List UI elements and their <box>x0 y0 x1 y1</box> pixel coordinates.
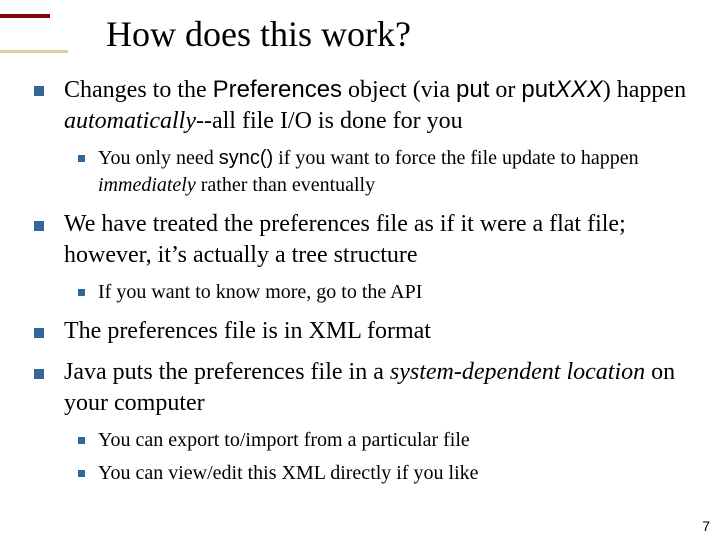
code-putxxx-ital: XXX <box>555 76 603 103</box>
text: if you want to force the file update to … <box>273 147 638 169</box>
bullet-3: The preferences file is in XML format <box>28 316 698 347</box>
sub-bullet: You only need sync() if you want to forc… <box>64 145 698 199</box>
text: You only need <box>98 147 219 169</box>
text: object (via <box>342 77 456 103</box>
text: We have treated the preferences file as … <box>64 211 626 268</box>
text-ital: immediately <box>98 174 196 196</box>
sub-list: You can export to/import from a particul… <box>64 427 698 487</box>
sub-bullet: You can export to/import from a particul… <box>64 427 698 454</box>
text: If you want to know more, go to the API <box>98 281 422 303</box>
bullet-list: Changes to the Preferences object (via p… <box>28 74 698 487</box>
sub-bullet: If you want to know more, go to the API <box>64 279 698 306</box>
text-ital: automatically <box>64 108 196 134</box>
text: The preferences file is in XML format <box>64 318 431 344</box>
code-put: put <box>456 76 489 103</box>
text: You can export to/import from a particul… <box>98 429 470 451</box>
text: ) happen <box>603 77 686 103</box>
code-sync: sync() <box>219 147 273 169</box>
title-rule-accent <box>0 14 50 18</box>
bullet-2: We have treated the preferences file as … <box>28 209 698 306</box>
text: or <box>489 77 521 103</box>
sub-bullet: You can view/edit this XML directly if y… <box>64 460 698 487</box>
code-preferences: Preferences <box>213 76 342 103</box>
title-underline-accent <box>0 50 68 53</box>
code-putxxx: put <box>521 76 554 103</box>
text-ital: system-dependent location <box>390 359 645 385</box>
slide-body: Changes to the Preferences object (via p… <box>28 74 698 497</box>
text: You can view/edit this XML directly if y… <box>98 462 479 484</box>
sub-list: If you want to know more, go to the API <box>64 279 698 306</box>
bullet-4: Java puts the preferences file in a syst… <box>28 357 698 487</box>
text: --all file I/O is done for you <box>196 108 463 134</box>
text: rather than eventually <box>196 174 375 196</box>
bullet-1: Changes to the Preferences object (via p… <box>28 74 698 199</box>
slide: How does this work? Changes to the Prefe… <box>0 0 720 540</box>
sub-list: You only need sync() if you want to forc… <box>64 145 698 199</box>
slide-title: How does this work? <box>106 12 411 56</box>
text: Java puts the preferences file in a <box>64 359 390 385</box>
text: Changes to the <box>64 77 213 103</box>
page-number: 7 <box>702 518 710 534</box>
